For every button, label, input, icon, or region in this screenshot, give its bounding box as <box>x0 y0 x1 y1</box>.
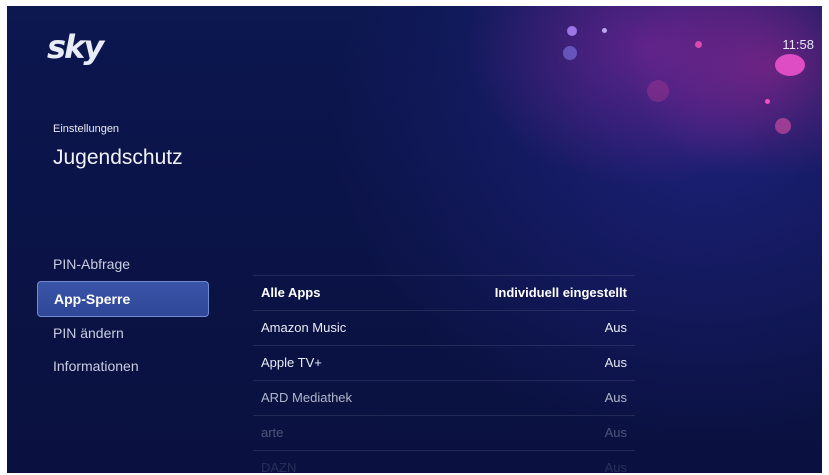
list-item[interactable]: ARD Mediathek Aus <box>253 380 635 415</box>
bokeh-decoration <box>563 46 577 60</box>
menu-item-app-sperre[interactable]: App-Sperre <box>37 281 209 317</box>
menu-item-label: App-Sperre <box>54 291 131 307</box>
bokeh-decoration <box>775 118 791 134</box>
bokeh-decoration <box>567 26 577 36</box>
bokeh-decoration <box>647 80 669 102</box>
menu-item-label: Informationen <box>53 358 139 374</box>
menu-item-label: PIN-Abfrage <box>53 256 131 272</box>
bokeh-decoration <box>602 28 607 33</box>
menu-item-pin-aendern[interactable]: PIN ändern <box>37 317 209 350</box>
app-lock-list: Alle Apps Individuell eingestellt Amazon… <box>253 275 635 473</box>
app-name: Amazon Music <box>261 320 347 335</box>
list-item-all-apps[interactable]: Alle Apps Individuell eingestellt <box>253 275 635 310</box>
clock: 11:58 <box>782 37 814 52</box>
page-title: Jugendschutz <box>53 146 183 169</box>
settings-menu: PIN-Abfrage App-Sperre PIN ändern Inform… <box>37 248 209 383</box>
app-name: Alle Apps <box>261 285 321 300</box>
list-item[interactable]: DAZN Aus <box>253 450 635 473</box>
app-name: DAZN <box>261 460 297 473</box>
list-item[interactable]: Apple TV+ Aus <box>253 345 635 380</box>
list-item[interactable]: arte Aus <box>253 415 635 450</box>
app-lock-status: Aus <box>604 355 627 370</box>
app-lock-status: Aus <box>604 460 627 473</box>
menu-item-informationen[interactable]: Informationen <box>37 350 209 383</box>
breadcrumb: Einstellungen <box>53 123 120 135</box>
bokeh-decoration <box>695 41 702 48</box>
sky-logo: sky <box>47 28 104 66</box>
app-lock-status: Aus <box>604 320 627 335</box>
bokeh-decoration <box>765 99 770 104</box>
app-name: ARD Mediathek <box>261 390 353 405</box>
menu-item-label: PIN ändern <box>53 325 124 341</box>
bokeh-decoration <box>775 54 805 76</box>
app-lock-status: Individuell eingestellt <box>494 285 627 300</box>
app-lock-status: Aus <box>604 390 627 405</box>
list-item[interactable]: Amazon Music Aus <box>253 310 635 345</box>
app-lock-status: Aus <box>604 425 627 440</box>
app-name: arte <box>261 425 284 440</box>
menu-item-pin-abfrage[interactable]: PIN-Abfrage <box>37 248 209 281</box>
tv-screen: sky 11:58 Einstellungen Jugendschutz PIN… <box>7 6 822 473</box>
app-name: Apple TV+ <box>261 355 322 370</box>
